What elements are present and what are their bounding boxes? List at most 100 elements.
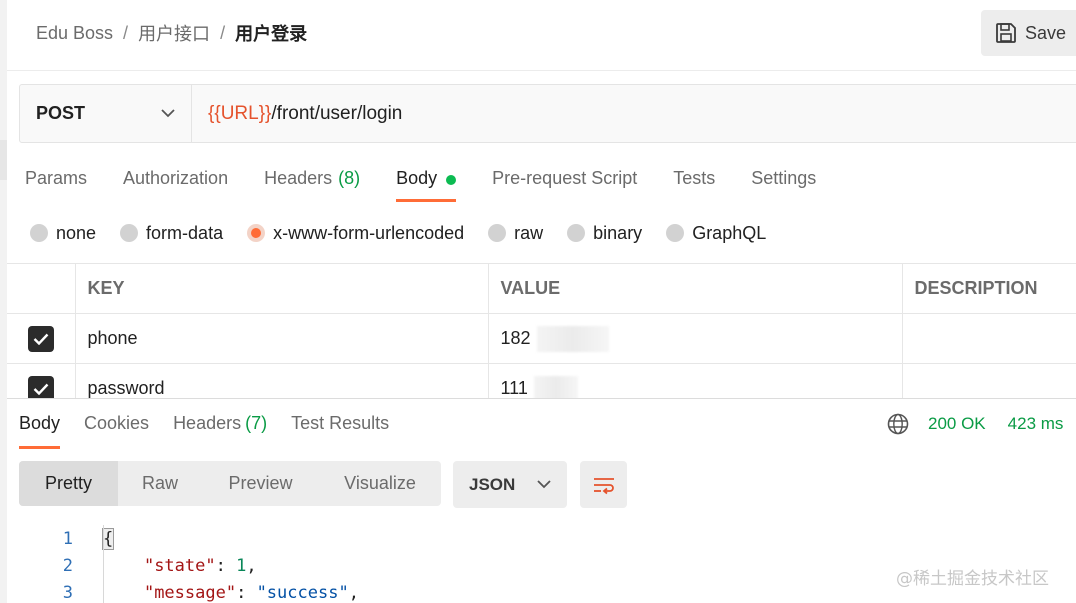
radio-label: GraphQL (692, 222, 767, 243)
line-number: 1 (62, 528, 73, 549)
tab-pre-request-script[interactable]: Pre-request Script (492, 166, 637, 204)
radio-graphql[interactable]: GraphQL (666, 223, 766, 244)
request-bar: POST {{URL}}/front/user/login (19, 84, 1076, 143)
save-button[interactable]: Save (981, 10, 1076, 56)
breadcrumb-workspace[interactable]: Edu Boss (36, 23, 113, 44)
status-code[interactable]: 200 OK (928, 414, 986, 434)
radio-label: binary (593, 222, 643, 243)
radio-label: x-www-form-urlencoded (273, 222, 465, 243)
breadcrumb-separator: / (220, 22, 226, 43)
tab-label: Visualize (344, 473, 416, 493)
body-type-radio-group: none form-data x-www-form-urlencoded raw… (30, 220, 790, 246)
response-time[interactable]: 423 ms (1008, 414, 1064, 434)
json-value: "success" (256, 582, 349, 603)
radio-raw[interactable]: raw (488, 223, 543, 244)
radio-x-www-form-urlencoded[interactable]: x-www-form-urlencoded (247, 223, 464, 244)
table-header-row: KEY VALUE DESCRIPTION (7, 263, 1076, 314)
wrap-lines-button[interactable] (580, 461, 627, 508)
breadcrumb-folder[interactable]: 用户接口 (138, 20, 210, 46)
response-tab-body[interactable]: Body (19, 413, 61, 449)
tab-label: Pretty (44, 473, 92, 493)
column-header-description: DESCRIPTION (901, 263, 1076, 314)
tab-label: Preview (228, 473, 293, 493)
checkbox-checked-icon[interactable] (27, 325, 54, 352)
response-tab-cookies[interactable]: Cookies (84, 413, 149, 449)
wrap-lines-icon (593, 477, 614, 494)
radio-circle (30, 224, 48, 242)
tab-count: (8) (338, 168, 361, 188)
radio-label: none (56, 222, 97, 243)
save-icon (996, 23, 1016, 43)
tab-tests[interactable]: Tests (673, 166, 715, 204)
chevron-down-icon (161, 109, 175, 118)
table-row: phone 182 (7, 313, 1076, 364)
breadcrumb: Edu Boss / 用户接口 / 用户登录 (36, 20, 307, 46)
url-path: /front/user/login (271, 102, 403, 124)
sidebar-marker (0, 140, 7, 180)
tab-label: Cookies (84, 413, 150, 433)
method-select[interactable]: POST (20, 85, 192, 142)
radio-circle (488, 224, 507, 242)
radio-label: raw (514, 222, 544, 243)
code-text: "state": 1, (143, 555, 257, 576)
response-tab-headers[interactable]: Headers (7) (173, 413, 267, 449)
tab-settings[interactable]: Settings (751, 166, 816, 204)
radio-binary[interactable]: binary (567, 223, 642, 244)
row-checkbox-cell (7, 313, 76, 364)
tab-label: Headers (264, 168, 333, 188)
code-gutter-divider (103, 525, 104, 603)
format-value: JSON (469, 474, 516, 494)
url-input[interactable]: {{URL}}/front/user/login (192, 85, 1076, 142)
json-value: 1 (236, 555, 247, 576)
param-value-cell[interactable]: 182 (487, 313, 903, 364)
open-brace: { (101, 527, 115, 550)
radio-label: form-data (146, 222, 224, 243)
view-tab-raw[interactable]: Raw (118, 461, 202, 506)
url-variable: {{URL}} (208, 102, 272, 124)
tab-authorization[interactable]: Authorization (123, 166, 228, 204)
globe-icon[interactable] (887, 413, 909, 435)
method-value: POST (36, 103, 86, 123)
response-meta: 200 OK 423 ms (887, 413, 1063, 435)
view-tab-pretty[interactable]: Pretty (19, 461, 118, 506)
redacted-value (536, 325, 609, 352)
code-line: 1 { (7, 525, 1076, 552)
radio-form-data[interactable]: form-data (120, 223, 223, 244)
response-view-tabs: Pretty Raw Preview Visualize (19, 461, 441, 506)
tab-count: (7) (245, 413, 268, 433)
format-select[interactable]: JSON (453, 461, 567, 508)
view-tab-visualize[interactable]: Visualize (319, 461, 441, 506)
watermark: @稀土掘金技术社区 (896, 569, 1049, 589)
column-header-value: VALUE (487, 263, 903, 314)
tab-headers[interactable]: Headers (8) (264, 166, 360, 204)
param-description[interactable] (901, 313, 1076, 364)
chevron-down-icon (537, 480, 551, 489)
params-table: KEY VALUE DESCRIPTION phone 182 password… (7, 263, 1076, 414)
tab-body[interactable]: Body (396, 166, 457, 204)
radio-circle (666, 224, 685, 242)
radio-circle-selected (247, 224, 266, 242)
tab-label: Settings (751, 168, 817, 188)
code-text: "message": "success", (143, 582, 359, 603)
json-punct: , (348, 582, 359, 603)
save-label: Save (1025, 22, 1067, 43)
tab-params[interactable]: Params (25, 166, 87, 204)
header-divider (7, 70, 1076, 71)
radio-none[interactable]: none (30, 223, 96, 244)
line-number: 3 (62, 582, 73, 603)
tab-label: Test Results (291, 413, 390, 433)
tab-label: Params (25, 168, 88, 188)
line-number: 2 (62, 555, 73, 576)
radio-circle (120, 224, 139, 242)
param-key[interactable]: phone (74, 313, 489, 364)
json-key: "state" (143, 555, 216, 576)
json-punct: , (246, 555, 257, 576)
response-tabs: Body Cookies Headers (7) Test Results (19, 413, 413, 449)
view-tab-preview[interactable]: Preview (202, 461, 319, 506)
breadcrumb-request[interactable]: 用户登录 (235, 20, 307, 46)
body-indicator-dot (446, 175, 457, 185)
json-key: "message" (143, 582, 237, 603)
tab-label: Body (396, 168, 438, 188)
response-tab-test-results[interactable]: Test Results (291, 413, 389, 449)
tab-label: Headers (173, 413, 242, 433)
